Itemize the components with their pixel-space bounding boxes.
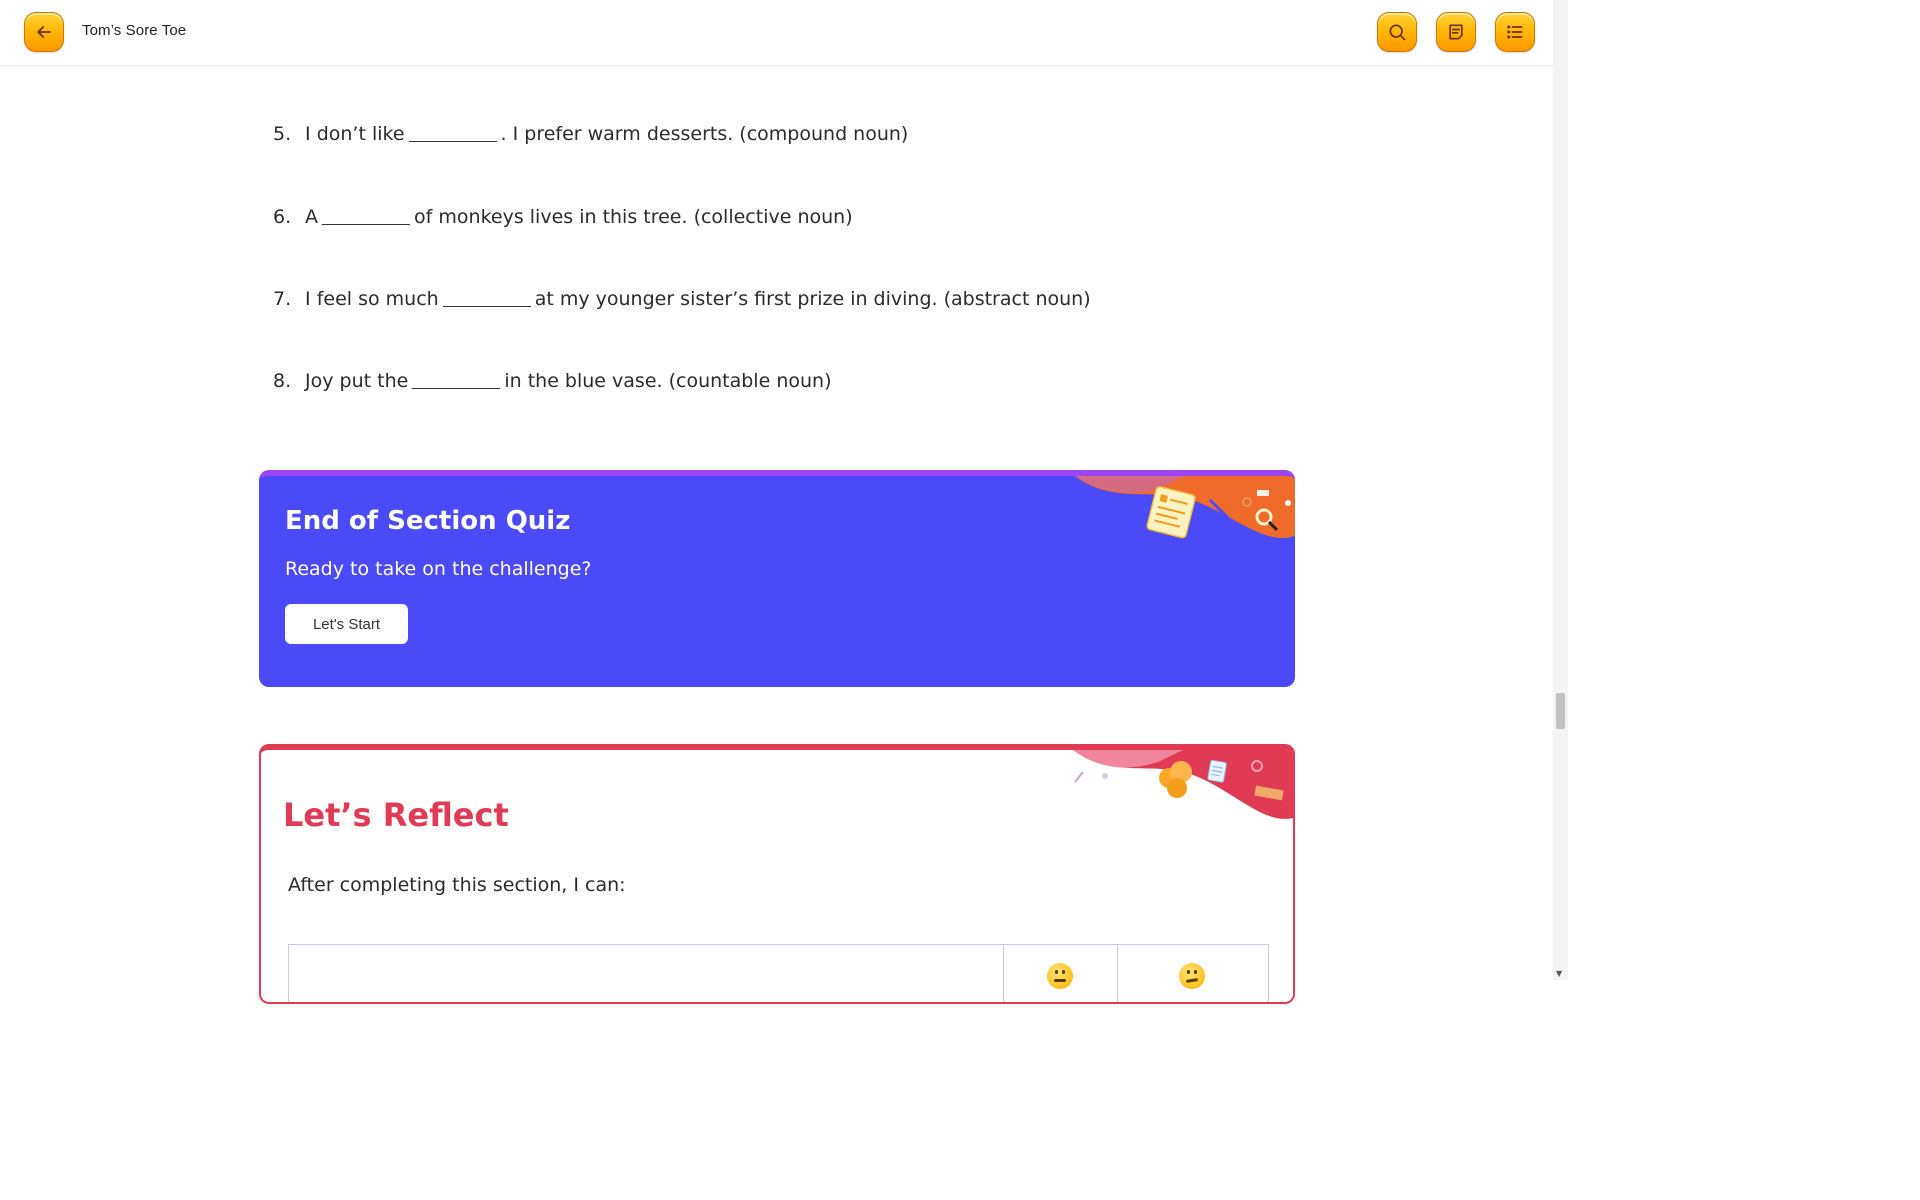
confused-face-icon bbox=[1179, 963, 1205, 989]
item-text-before: I feel so much bbox=[305, 288, 439, 310]
item-number: 8. bbox=[273, 370, 292, 392]
back-button[interactable] bbox=[24, 12, 64, 52]
item-number: 6. bbox=[273, 206, 292, 228]
item-text-after: of monkeys lives in this tree. (collecti… bbox=[414, 206, 853, 228]
list-icon bbox=[1507, 25, 1523, 39]
table-of-contents-button[interactable] bbox=[1495, 12, 1535, 52]
item-text-after: in the blue vase. (countable noun) bbox=[504, 370, 832, 392]
exercise-item: 7. I feel so much at my younger sister’s … bbox=[273, 288, 1091, 310]
table-column-divider bbox=[1117, 945, 1118, 1002]
item-number: 7. bbox=[273, 288, 292, 310]
item-text-after: . I prefer warm desserts. (compound noun… bbox=[500, 123, 909, 145]
answer-blank bbox=[322, 224, 411, 225]
notes-icon bbox=[1449, 24, 1463, 40]
answer-blank bbox=[408, 141, 497, 142]
item-text-before: Joy put the bbox=[305, 370, 409, 392]
table-column-divider bbox=[1003, 945, 1004, 1002]
exercise-item: 5. I don’t like . I prefer warm desserts.… bbox=[273, 123, 908, 145]
answer-blank bbox=[442, 306, 531, 307]
item-text-before: I don’t like bbox=[305, 123, 405, 145]
quiz-title: End of Section Quiz bbox=[285, 506, 571, 536]
reflect-intro: After completing this section, I can: bbox=[288, 874, 626, 896]
exercise-item: 6. Aof monkeys lives in this tree. (coll… bbox=[273, 206, 853, 228]
scrollbar-thumb[interactable] bbox=[1556, 693, 1565, 729]
arrow-left-icon bbox=[37, 26, 51, 38]
item-text-after: at my younger sister’s first prize in di… bbox=[534, 288, 1091, 310]
search-icon bbox=[1389, 24, 1406, 41]
search-button[interactable] bbox=[1377, 12, 1417, 52]
neutral-face-icon bbox=[1047, 963, 1073, 989]
page-scrollbar[interactable]: ▼ bbox=[1553, 0, 1568, 980]
item-number: 5. bbox=[273, 123, 292, 145]
quiz-subtitle: Ready to take on the challenge? bbox=[285, 558, 592, 580]
reflect-decoration-illustration bbox=[1073, 750, 1293, 819]
book-title: Tom’s Sore Toe bbox=[82, 22, 187, 39]
lets-start-button[interactable]: Let's Start bbox=[285, 604, 408, 644]
top-bar: Tom’s Sore Toe bbox=[0, 0, 1553, 66]
lets-reflect-card: Let’s Reflect After completing this sect… bbox=[259, 744, 1295, 1004]
end-of-section-quiz-card: End of Section Quiz Ready to take on the… bbox=[259, 470, 1295, 687]
item-text-before: A bbox=[305, 206, 319, 228]
scroll-down-arrow-icon[interactable]: ▼ bbox=[1556, 969, 1562, 978]
notes-button[interactable] bbox=[1436, 12, 1476, 52]
reflection-table bbox=[288, 944, 1269, 1002]
exercise-item: 8. Joy put the in the blue vase. (countab… bbox=[273, 370, 831, 392]
answer-blank bbox=[412, 388, 501, 389]
quiz-decoration-illustration bbox=[1075, 476, 1295, 539]
reflect-title: Let’s Reflect bbox=[283, 796, 509, 834]
